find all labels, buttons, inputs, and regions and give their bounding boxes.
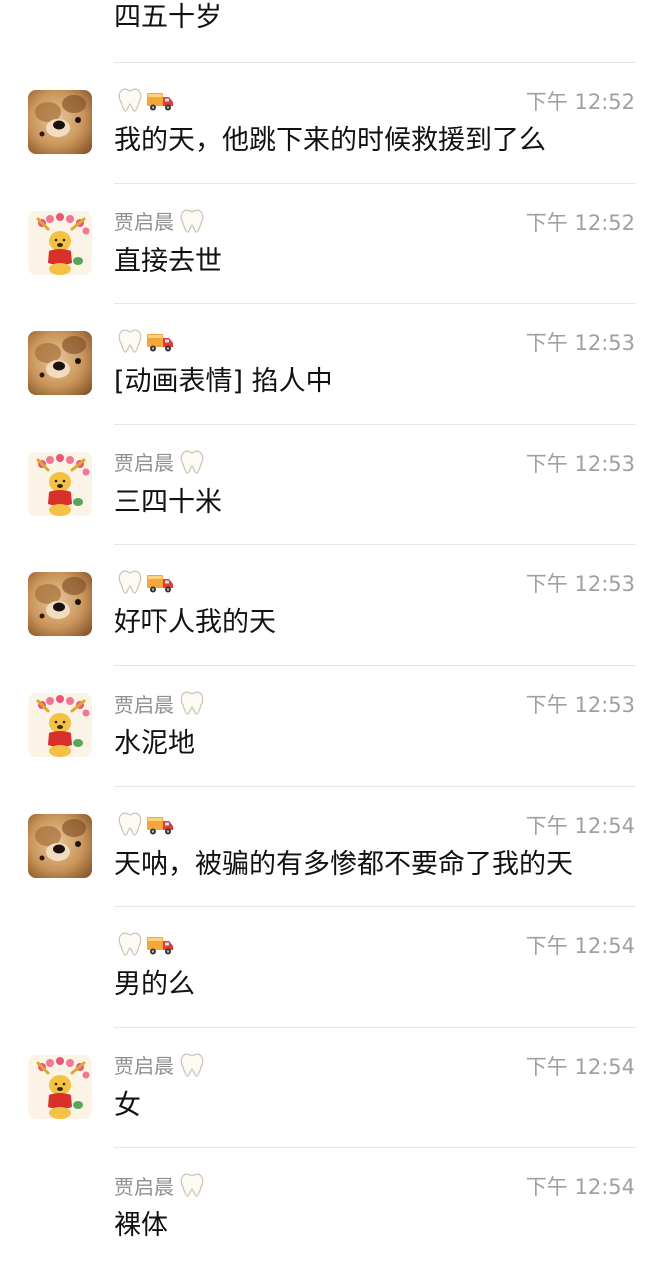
dog-avatar[interactable] (28, 813, 92, 878)
message-text[interactable]: 好吓人我的天 (114, 600, 276, 639)
delivery-truck-icon (146, 930, 174, 958)
sender-name[interactable] (114, 808, 174, 840)
message-divider (114, 1026, 636, 1028)
message-time: 下午 12:53 (525, 331, 635, 356)
message-text[interactable]: 男的么 (114, 962, 195, 1001)
tooth-icon (116, 568, 144, 596)
message-row[interactable]: 贾启晨 下午 12:54 女 (0, 1026, 665, 1147)
pooh-avatar[interactable] (28, 210, 92, 275)
message-divider (114, 423, 636, 425)
tooth-icon (116, 327, 144, 355)
message-row[interactable]: 下午 12:52 我的天，他跳下来的时候救援到了么 (0, 62, 665, 182)
message-text[interactable]: 我的天，他跳下来的时候救援到了么 (114, 118, 546, 157)
pooh-avatar[interactable] (28, 693, 92, 757)
message-time: 下午 12:54 (525, 813, 635, 838)
message-time: 下午 12:52 (525, 90, 635, 114)
message-row[interactable]: 下午 12:53 好吓人我的天 (0, 544, 665, 664)
pooh-avatar[interactable] (28, 1054, 92, 1119)
tooth-icon (178, 207, 206, 235)
delivery-truck-icon (146, 810, 174, 838)
message-time: 下午 12:54 (525, 934, 635, 959)
tooth-icon (178, 448, 206, 476)
dog-avatar[interactable] (28, 572, 92, 637)
message-time: 下午 12:53 (525, 572, 635, 597)
sender-name[interactable] (114, 325, 174, 357)
sender-name[interactable]: 贾启晨 (114, 1049, 206, 1081)
dog-avatar[interactable] (28, 331, 92, 396)
message-row[interactable]: 贾启晨 下午 12:54 裸体 (0, 1147, 665, 1267)
message-text[interactable]: 水泥地 (114, 721, 195, 760)
sender-name-text: 贾启晨 (114, 1054, 174, 1079)
message-divider (114, 182, 636, 184)
pooh-avatar[interactable] (28, 451, 92, 516)
tooth-icon (116, 810, 144, 838)
message-text[interactable]: 女 (114, 1083, 141, 1122)
tooth-icon (116, 86, 144, 114)
message-text[interactable]: 直接去世 (114, 239, 222, 278)
message-text[interactable]: [动画表情] 掐人中 (114, 359, 333, 398)
message-divider (114, 544, 636, 546)
tooth-icon (178, 1171, 206, 1199)
message-text-fragment: 四五十岁 (114, 2, 222, 33)
sender-name[interactable]: 贾启晨 (114, 446, 206, 478)
message-divider (114, 1147, 636, 1149)
tooth-icon (178, 1051, 206, 1079)
sender-name[interactable] (114, 928, 174, 960)
message-divider (114, 906, 636, 908)
message-row[interactable]: 下午 12:54 男的么 (0, 906, 665, 1026)
sender-name-text: 贾启晨 (114, 451, 174, 476)
message-text[interactable]: 三四十米 (114, 480, 222, 519)
sender-name-text: 贾启晨 (114, 210, 174, 235)
message-text[interactable]: 裸体 (114, 1203, 168, 1242)
sender-name[interactable] (114, 84, 174, 116)
delivery-truck-icon (146, 327, 174, 355)
sender-name[interactable]: 贾启晨 (114, 205, 206, 237)
message-divider (114, 303, 636, 305)
tooth-icon (116, 930, 144, 958)
message-row[interactable]: 贾启晨 下午 12:53 水泥地 (0, 665, 665, 785)
tooth-icon (178, 689, 206, 717)
sender-name[interactable]: 贾启晨 (114, 1169, 206, 1201)
message-row[interactable]: 贾启晨 下午 12:53 三四十米 (0, 423, 665, 544)
chat-history: 四五十岁 下午 12:52 我的天，他跳下来的时候救援到了么 贾启晨 下午 12… (0, 0, 665, 1280)
sender-name[interactable] (114, 566, 174, 598)
message-divider (114, 62, 636, 63)
message-row[interactable]: 贾启晨 下午 12:52 直接去世 (0, 182, 665, 303)
message-row[interactable]: 下午 12:53 [动画表情] 掐人中 (0, 303, 665, 423)
delivery-truck-icon (146, 568, 174, 596)
message-time: 下午 12:54 (525, 1054, 635, 1079)
message-text[interactable]: 天呐，被骗的有多惨都不要命了我的天 (114, 842, 573, 881)
message-time: 下午 12:52 (525, 210, 635, 235)
message-time: 下午 12:53 (525, 451, 635, 476)
message-divider (114, 785, 636, 787)
sender-name-text: 贾启晨 (114, 692, 174, 717)
delivery-truck-icon (146, 86, 174, 114)
message-divider (114, 665, 636, 666)
dog-avatar[interactable] (28, 90, 92, 154)
sender-name[interactable]: 贾启晨 (114, 687, 206, 719)
sender-name-text: 贾启晨 (114, 1174, 174, 1199)
message-time: 下午 12:54 (525, 1175, 635, 1200)
message-time: 下午 12:53 (525, 693, 635, 717)
message-row[interactable]: 下午 12:54 天呐，被骗的有多惨都不要命了我的天 (0, 785, 665, 906)
